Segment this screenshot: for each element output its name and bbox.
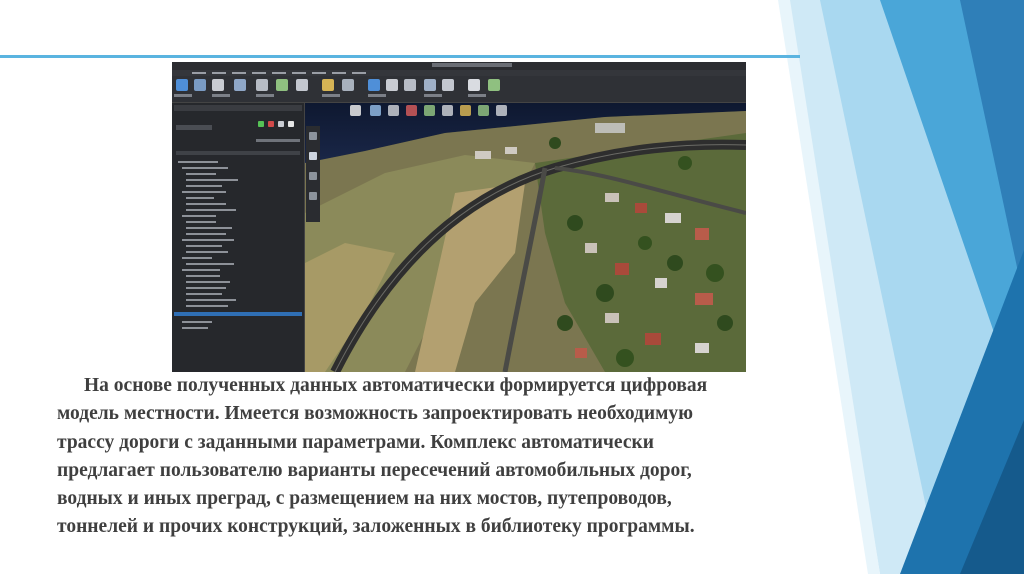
- software-screenshot: [172, 62, 746, 372]
- caption-line: водных и иных преград, с размещением на …: [57, 488, 672, 510]
- map-tool-icon: [370, 105, 381, 116]
- caption-line: трассу дороги с заданными параметрами. К…: [57, 431, 654, 453]
- viewport-toolbar: [306, 126, 320, 222]
- explorer-panel: [172, 103, 305, 372]
- map-tool-icon: [424, 105, 435, 116]
- slide-caption: На основе полученных данных автоматическ…: [57, 372, 964, 542]
- map-tool-icon: [478, 105, 489, 116]
- map-tool-icon: [406, 105, 417, 116]
- caption-line: На основе полученных данных автоматическ…: [84, 375, 708, 396]
- map-tool-icon: [496, 105, 507, 116]
- map-tool-icon: [388, 105, 399, 116]
- aerial-map-image: [305, 103, 746, 372]
- map-tool-icon: [442, 105, 453, 116]
- caption-line: тоннелей и прочих конструкций, заложенны…: [57, 516, 695, 538]
- map-tool-icon: [350, 105, 361, 116]
- map-tool-icon: [460, 105, 471, 116]
- window-titlebar: [172, 62, 746, 70]
- caption-line: модель местности. Имеется возможность за…: [57, 403, 694, 425]
- header-rule: [0, 55, 800, 58]
- caption-line: предлагает пользователю варианты пересеч…: [57, 459, 692, 481]
- ribbon-toolbar: [172, 76, 746, 103]
